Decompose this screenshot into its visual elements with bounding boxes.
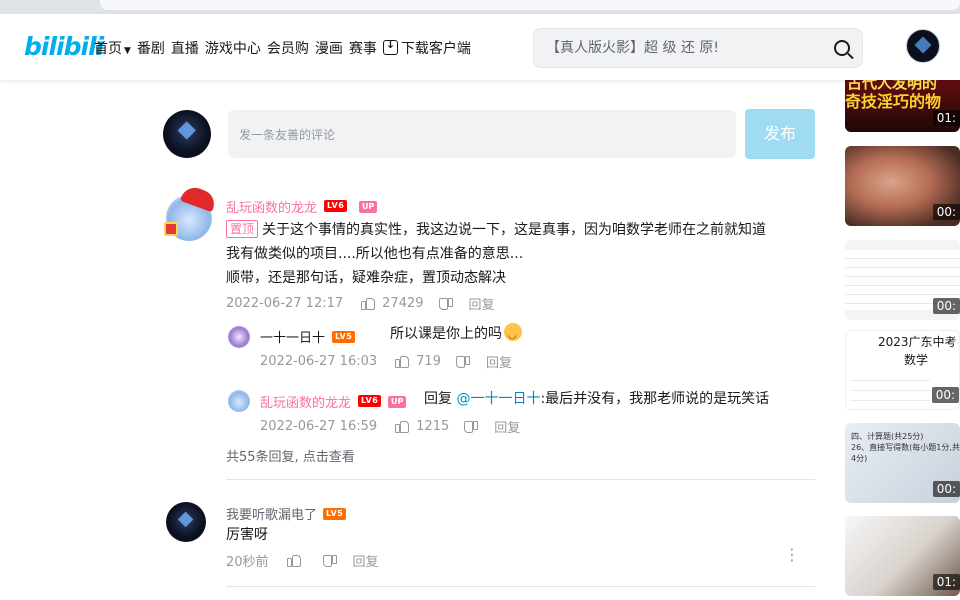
dislike-button[interactable] [457,356,470,368]
video-duration: 00: [932,298,960,314]
comment-compose-box [228,110,736,158]
comment-section: 发布 乱玩函数的龙龙 LV6 UP 置顶关于这个事情的真实性，我这边说一下，这是… [148,80,828,600]
browser-url-bar[interactable] [100,0,960,10]
comment-text: 厉害呀 [226,527,268,543]
download-icon [382,38,398,55]
reply-date: 2022-06-27 16:59 [260,419,378,434]
video-card[interactable]: 00: [845,240,960,320]
chevron-down-icon: ▼ [124,46,131,56]
mention-link[interactable]: @一十一日十 [456,391,540,407]
level-badge: LV5 [332,331,356,343]
level-badge: LV6 [324,200,348,212]
video-card[interactable]: 01: [845,516,960,596]
pinned-tag: 置顶 [226,220,259,238]
reply-button[interactable]: 回复 [469,294,495,313]
video-thumbnail [850,371,930,407]
reply-username[interactable]: 乱玩函数的龙龙 [260,392,351,411]
reply-button[interactable]: 回复 [494,417,520,436]
like-button[interactable]: 719 [395,354,441,369]
comment-date: 20秒前 [226,555,269,570]
comment-date: 2022-06-27 12:17 [226,296,344,311]
cat-emoji-icon [504,323,522,348]
nav-manga[interactable]: 漫画 [315,38,343,58]
video-duration: 00: [932,481,960,497]
reply-button[interactable]: 回复 [353,551,379,570]
thumbs-down-icon [457,356,470,368]
thumbs-up-icon [395,355,410,368]
level-badge: LV6 [358,395,382,407]
top-header: bilibili 首页▼ 番剧 直播 游戏中心 会员购 漫画 赛事 下载客户端 [0,14,960,80]
comment-username[interactable]: 乱玩函数的龙龙 [226,197,317,216]
reply-username[interactable]: 一十一日十 [260,327,325,346]
publish-button[interactable]: 发布 [745,109,815,159]
like-button[interactable]: 27429 [361,296,424,311]
search-bar [533,28,863,68]
level-badge: LV5 [323,508,347,520]
video-duration: 00: [932,204,960,220]
thumbs-up-icon [361,297,376,310]
like-button[interactable]: 1215 [395,419,449,434]
divider [226,479,815,480]
like-button[interactable] [286,554,308,567]
nav-game-center[interactable]: 游戏中心 [205,38,261,58]
main-nav: 首页▼ 番剧 直播 游戏中心 会员购 漫画 赛事 下载客户端 [94,38,471,58]
divider [226,586,815,587]
thumbs-down-icon [465,421,478,433]
user-avatar[interactable] [906,29,940,63]
nav-home[interactable]: 首页 ▼ [94,38,131,58]
video-card[interactable]: 古代人发明的 奇技淫巧的物 01: [845,74,960,132]
reply-meta: 2022-06-27 16:59 1215 回复 [260,417,520,436]
comment-avatar[interactable] [166,502,206,542]
gift-icon [164,222,178,236]
like-count: 1215 [416,419,450,434]
thumbs-down-icon [324,555,337,567]
video-card[interactable]: 2023广东中考 数学 00: [845,330,960,410]
comment-meta: 2022-06-27 12:17 27429 回复 [226,294,495,313]
reply-button[interactable]: 回复 [486,352,512,371]
like-count: 27429 [382,296,424,311]
video-duration: 01: [932,110,960,126]
more-options-icon[interactable]: ⋮ [784,547,800,563]
video-duration: 00: [931,387,959,403]
reply-avatar[interactable] [228,326,250,348]
dislike-button[interactable] [465,421,478,433]
video-card[interactable]: 00: [845,146,960,226]
up-badge: UP [388,396,407,408]
nav-live[interactable]: 直播 [171,38,199,58]
reply-date: 2022-06-27 16:03 [260,354,378,369]
comment-text: 置顶 关于这个事情的真实性，我这边说一下，这是真事，因为咱数学老师在之前就知道 我… [226,220,767,286]
reply-text: 回复 @一十一日十:最后并没有，我那老师说的是玩笑话 [424,391,770,407]
video-duration: 01: [932,574,960,590]
video-card[interactable]: 四、计算题(共25分) 26、直接写得数(每小题1分,共4分) 00: [845,423,960,503]
dislike-button[interactable] [324,555,337,567]
thumbs-down-icon [440,298,453,310]
bilibili-logo[interactable]: bilibili [24,32,104,61]
thumbs-up-icon [286,554,301,567]
dislike-button[interactable] [440,298,453,310]
comment-meta: 20秒前 回复 [226,551,379,570]
reply-meta: 2022-06-27 16:03 719 回复 [260,352,512,371]
nav-bangumi[interactable]: 番剧 [137,38,165,58]
comment-username[interactable]: 我要听歌漏电了 [226,504,317,523]
reply-text: 所以课是你上的吗 [390,322,522,348]
thumbs-up-icon [395,420,410,433]
download-client-link[interactable]: 下载客户端 [382,38,471,58]
comment-input[interactable] [229,111,735,157]
view-more-replies-link[interactable]: 共55条回复, 点击查看 [226,446,355,465]
up-badge: UP [359,201,378,213]
recommended-videos: 古代人发明的 奇技淫巧的物 01: 00: 00: 2023广东中考 数学 00… [845,74,960,600]
search-icon[interactable] [834,40,850,56]
nav-vip-shop[interactable]: 会员购 [267,38,309,58]
reply-avatar[interactable] [228,390,250,412]
search-input[interactable] [546,38,826,58]
like-count: 719 [416,354,441,369]
current-user-avatar[interactable] [163,110,211,158]
nav-esports[interactable]: 赛事 [349,38,377,58]
